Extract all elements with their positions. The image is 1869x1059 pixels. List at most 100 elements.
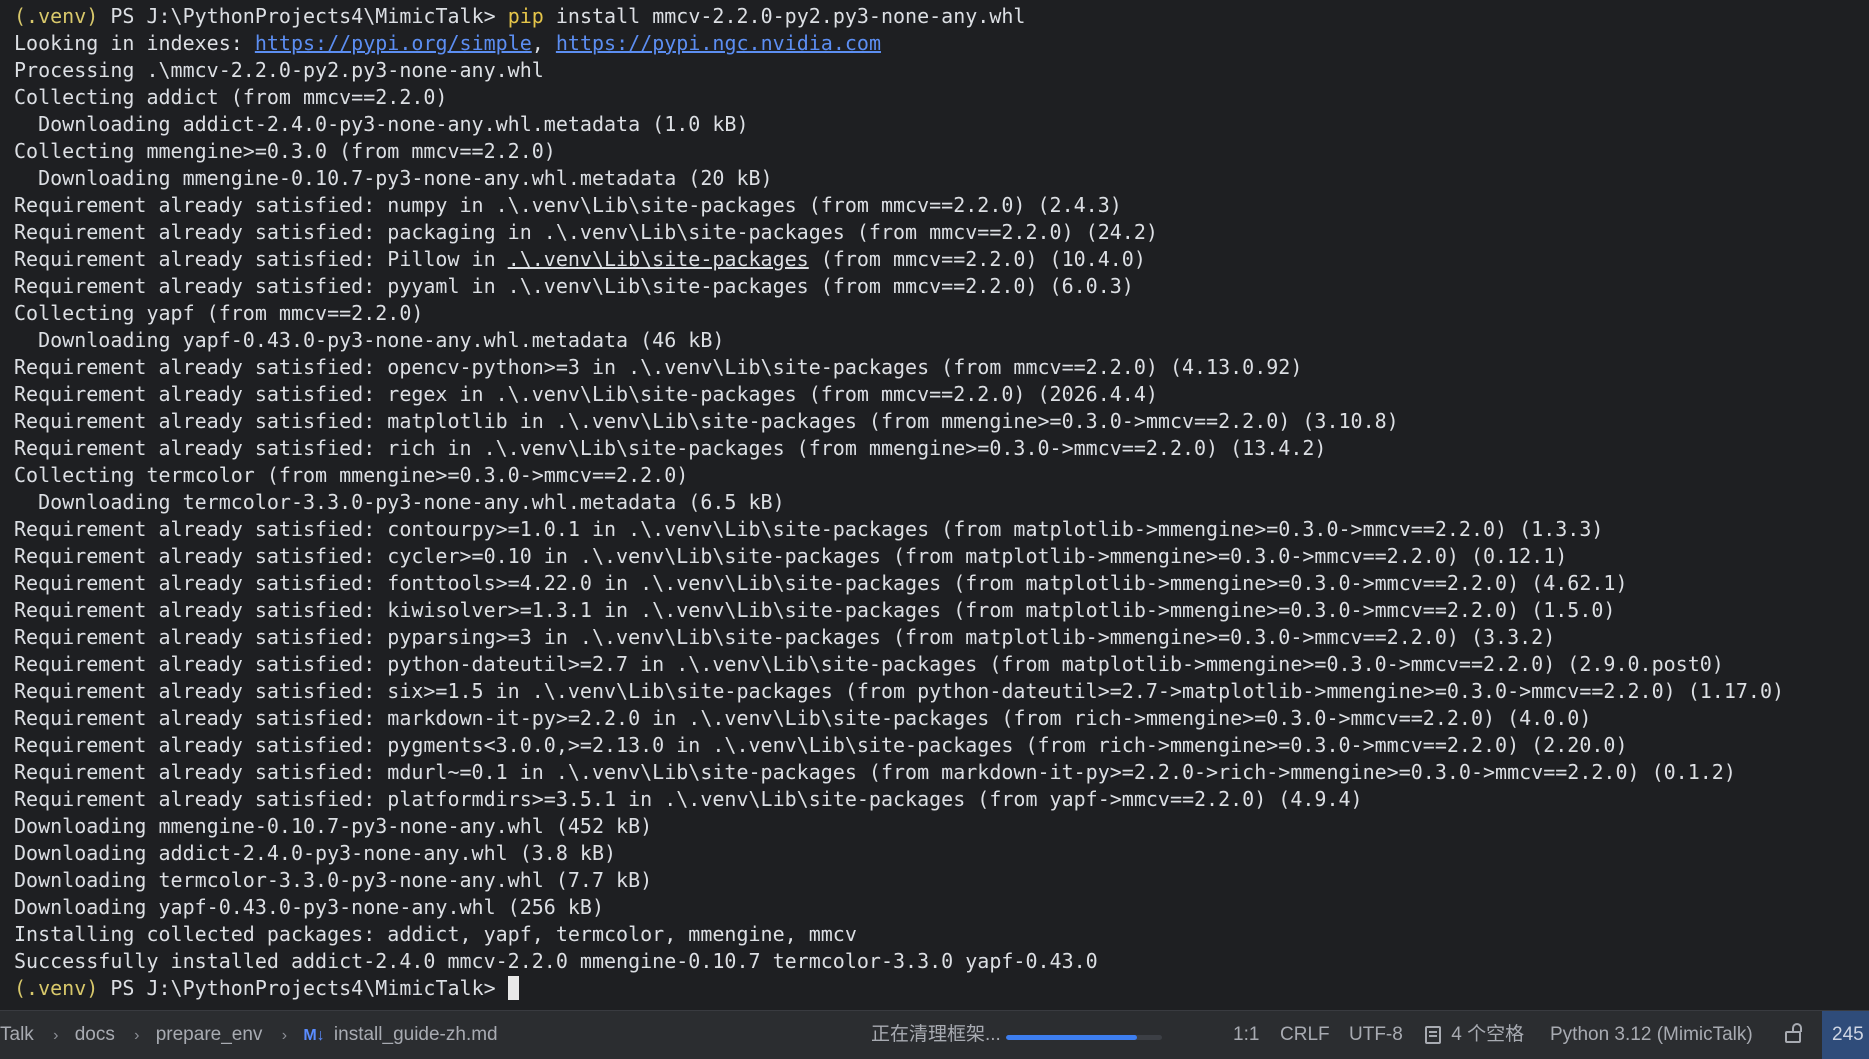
terminal-line: Requirement already satisfied: opencv-py… [14, 354, 1869, 381]
terminal-line: Collecting yapf (from mmcv==2.2.0) [14, 300, 1869, 327]
terminal-line: Requirement already satisfied: regex in … [14, 381, 1869, 408]
terminal-line: Processing .\mmcv-2.2.0-py2.py3-none-any… [14, 57, 1869, 84]
terminal-text: Successfully installed addict-2.4.0 mmcv… [14, 949, 1098, 973]
terminal-line: Requirement already satisfied: pygments<… [14, 732, 1869, 759]
index-url-link[interactable]: https://pypi.org/simple [255, 31, 532, 55]
terminal-text: Collecting addict (from mmcv==2.2.0) [14, 85, 448, 109]
terminal-text: Installing collected packages: addict, y… [14, 922, 857, 946]
indent-label: 4 个空格 [1451, 1024, 1525, 1045]
terminal-text: (from mmcv==2.2.0) (10.4.0) [808, 247, 1146, 271]
terminal-text: Requirement already satisfied: six>=1.5 … [14, 679, 1785, 703]
breadcrumb-item-file[interactable]: install_guide-zh.md [334, 1024, 498, 1045]
terminal-text: Requirement already satisfied: pyparsing… [14, 625, 1556, 649]
terminal-line: (.venv) PS J:\PythonProjects4\MimicTalk>… [14, 3, 1869, 30]
terminal-text: Requirement already satisfied: python-da… [14, 652, 1724, 676]
terminal-text: Collecting mmengine>=0.3.0 (from mmcv==2… [14, 139, 556, 163]
caret-position[interactable]: 1:1 [1233, 1011, 1259, 1059]
terminal-text: Collecting yapf (from mmcv==2.2.0) [14, 301, 424, 325]
terminal-line: Downloading addict-2.4.0-py3-none-any.wh… [14, 111, 1869, 138]
terminal-text: Requirement already satisfied: cycler>=0… [14, 544, 1568, 568]
notifications-badge[interactable]: 245 [1822, 1011, 1869, 1059]
terminal-line: Requirement already satisfied: contourpy… [14, 516, 1869, 543]
terminal-text: install mmcv-2.2.0-py2.py3-none-any.whl [543, 4, 1026, 28]
chevron-right-icon: › [134, 1027, 140, 1044]
terminal-text: Requirement already satisfied: pygments<… [14, 733, 1628, 757]
status-bar: Talk › docs › prepare_env › M↓ install_g… [0, 1010, 1869, 1059]
terminal-output[interactable]: (.venv) PS J:\PythonProjects4\MimicTalk>… [0, 0, 1869, 1010]
terminal-line: Requirement already satisfied: markdown-… [14, 705, 1869, 732]
background-task-label[interactable]: 正在清理框架... [871, 1011, 1001, 1059]
terminal-text: Downloading termcolor-3.3.0-py3-none-any… [14, 868, 653, 892]
terminal-text: Requirement already satisfied: kiwisolve… [14, 598, 1616, 622]
terminal-line: Successfully installed addict-2.4.0 mmcv… [14, 948, 1869, 975]
terminal-line: Requirement already satisfied: platformd… [14, 786, 1869, 813]
terminal-line: Requirement already satisfied: numpy in … [14, 192, 1869, 219]
terminal-line: Collecting addict (from mmcv==2.2.0) [14, 84, 1869, 111]
encoding-selector[interactable]: UTF-8 [1349, 1011, 1403, 1059]
terminal-text: Requirement already satisfied: markdown-… [14, 706, 1592, 730]
breadcrumb-item-project[interactable]: Talk [0, 1024, 34, 1045]
terminal-text: Downloading addict-2.4.0-py3-none-any.wh… [14, 841, 617, 865]
terminal-line: Requirement already satisfied: fonttools… [14, 570, 1869, 597]
terminal-line: Installing collected packages: addict, y… [14, 921, 1869, 948]
terminal-text: Requirement already satisfied: numpy in … [14, 193, 1122, 217]
terminal-text: Downloading addict-2.4.0-py3-none-any.wh… [14, 112, 749, 136]
breadcrumb-item-docs[interactable]: docs [75, 1024, 115, 1045]
command-name: pip [507, 4, 544, 28]
terminal-text: Requirement already satisfied: mdurl~=0.… [14, 760, 1736, 784]
terminal-text: Downloading yapf-0.43.0-py3-none-any.whl… [14, 895, 605, 919]
terminal-line: Requirement already satisfied: python-da… [14, 651, 1869, 678]
terminal-line: Downloading mmengine-0.10.7-py3-none-any… [14, 165, 1869, 192]
terminal-line: Collecting mmengine>=0.3.0 (from mmcv==2… [14, 138, 1869, 165]
terminal-line: Requirement already satisfied: pyyaml in… [14, 273, 1869, 300]
terminal-text: Requirement already satisfied: opencv-py… [14, 355, 1303, 379]
index-url-link[interactable]: https://pypi.ngc.nvidia.com [556, 31, 881, 55]
path-link[interactable]: .\.venv\Lib\site-packages [508, 247, 809, 271]
terminal-text: Downloading yapf-0.43.0-py3-none-any.whl… [14, 328, 725, 352]
terminal-line: Requirement already satisfied: rich in .… [14, 435, 1869, 462]
terminal-line: Downloading addict-2.4.0-py3-none-any.wh… [14, 840, 1869, 867]
interpreter-selector[interactable]: Python 3.12 (MimicTalk) [1550, 1011, 1753, 1059]
terminal-text: Requirement already satisfied: rich in .… [14, 436, 1327, 460]
terminal-line: Downloading mmengine-0.10.7-py3-none-any… [14, 813, 1869, 840]
terminal-text: PS J:\PythonProjects4\MimicTalk> [98, 976, 508, 1000]
terminal-text: Requirement already satisfied: platformd… [14, 787, 1363, 811]
terminal-text: Requirement already satisfied: fonttools… [14, 571, 1628, 595]
terminal-text: Downloading termcolor-3.3.0-py3-none-any… [14, 490, 785, 514]
terminal-line: Requirement already satisfied: mdurl~=0.… [14, 759, 1869, 786]
terminal-text: PS J:\PythonProjects4\MimicTalk> [98, 4, 508, 28]
terminal-text: , [531, 31, 556, 55]
indent-columns-icon [1425, 1026, 1441, 1044]
venv-indicator: (.venv) [14, 4, 99, 28]
terminal-line: Downloading yapf-0.43.0-py3-none-any.whl… [14, 894, 1869, 921]
chevron-right-icon: › [53, 1027, 59, 1044]
terminal-line: Requirement already satisfied: cycler>=0… [14, 543, 1869, 570]
lock-icon [1785, 1023, 1802, 1043]
line-ending-selector[interactable]: CRLF [1280, 1011, 1330, 1059]
task-progress-fill [1006, 1035, 1138, 1040]
terminal-text: Requirement already satisfied: contourpy… [14, 517, 1604, 541]
terminal-line: Collecting termcolor (from mmengine>=0.3… [14, 462, 1869, 489]
markdown-icon: M↓ [303, 1027, 325, 1044]
terminal-line: Requirement already satisfied: kiwisolve… [14, 597, 1869, 624]
terminal-text: Downloading mmengine-0.10.7-py3-none-any… [14, 814, 653, 838]
terminal-text: Downloading mmengine-0.10.7-py3-none-any… [14, 166, 773, 190]
venv-indicator: (.venv) [14, 976, 99, 1000]
readonly-toggle[interactable] [1785, 1011, 1802, 1059]
terminal-line: Looking in indexes: https://pypi.org/sim… [14, 30, 1869, 57]
terminal-line: (.venv) PS J:\PythonProjects4\MimicTalk> [14, 975, 1869, 1002]
chevron-right-icon: › [281, 1027, 288, 1044]
terminal-text: Requirement already satisfied: pyyaml in… [14, 274, 1134, 298]
terminal-line: Requirement already satisfied: six>=1.5 … [14, 678, 1869, 705]
terminal-text: Requirement already satisfied: Pillow in [14, 247, 508, 271]
terminal-line: Requirement already satisfied: pyparsing… [14, 624, 1869, 651]
indent-selector[interactable]: 4 个空格 [1425, 1011, 1524, 1059]
terminal-line: Downloading termcolor-3.3.0-py3-none-any… [14, 489, 1869, 516]
ide-window: (.venv) PS J:\PythonProjects4\MimicTalk>… [0, 0, 1869, 1059]
task-progress-bar [1006, 1035, 1162, 1040]
terminal-line: Requirement already satisfied: Pillow in… [14, 246, 1869, 273]
breadcrumb-item-prepare-env[interactable]: prepare_env [156, 1024, 263, 1045]
terminal-text: Requirement already satisfied: regex in … [14, 382, 1158, 406]
terminal-line: Downloading yapf-0.43.0-py3-none-any.whl… [14, 327, 1869, 354]
terminal-text: Processing .\mmcv-2.2.0-py2.py3-none-any… [14, 58, 544, 82]
